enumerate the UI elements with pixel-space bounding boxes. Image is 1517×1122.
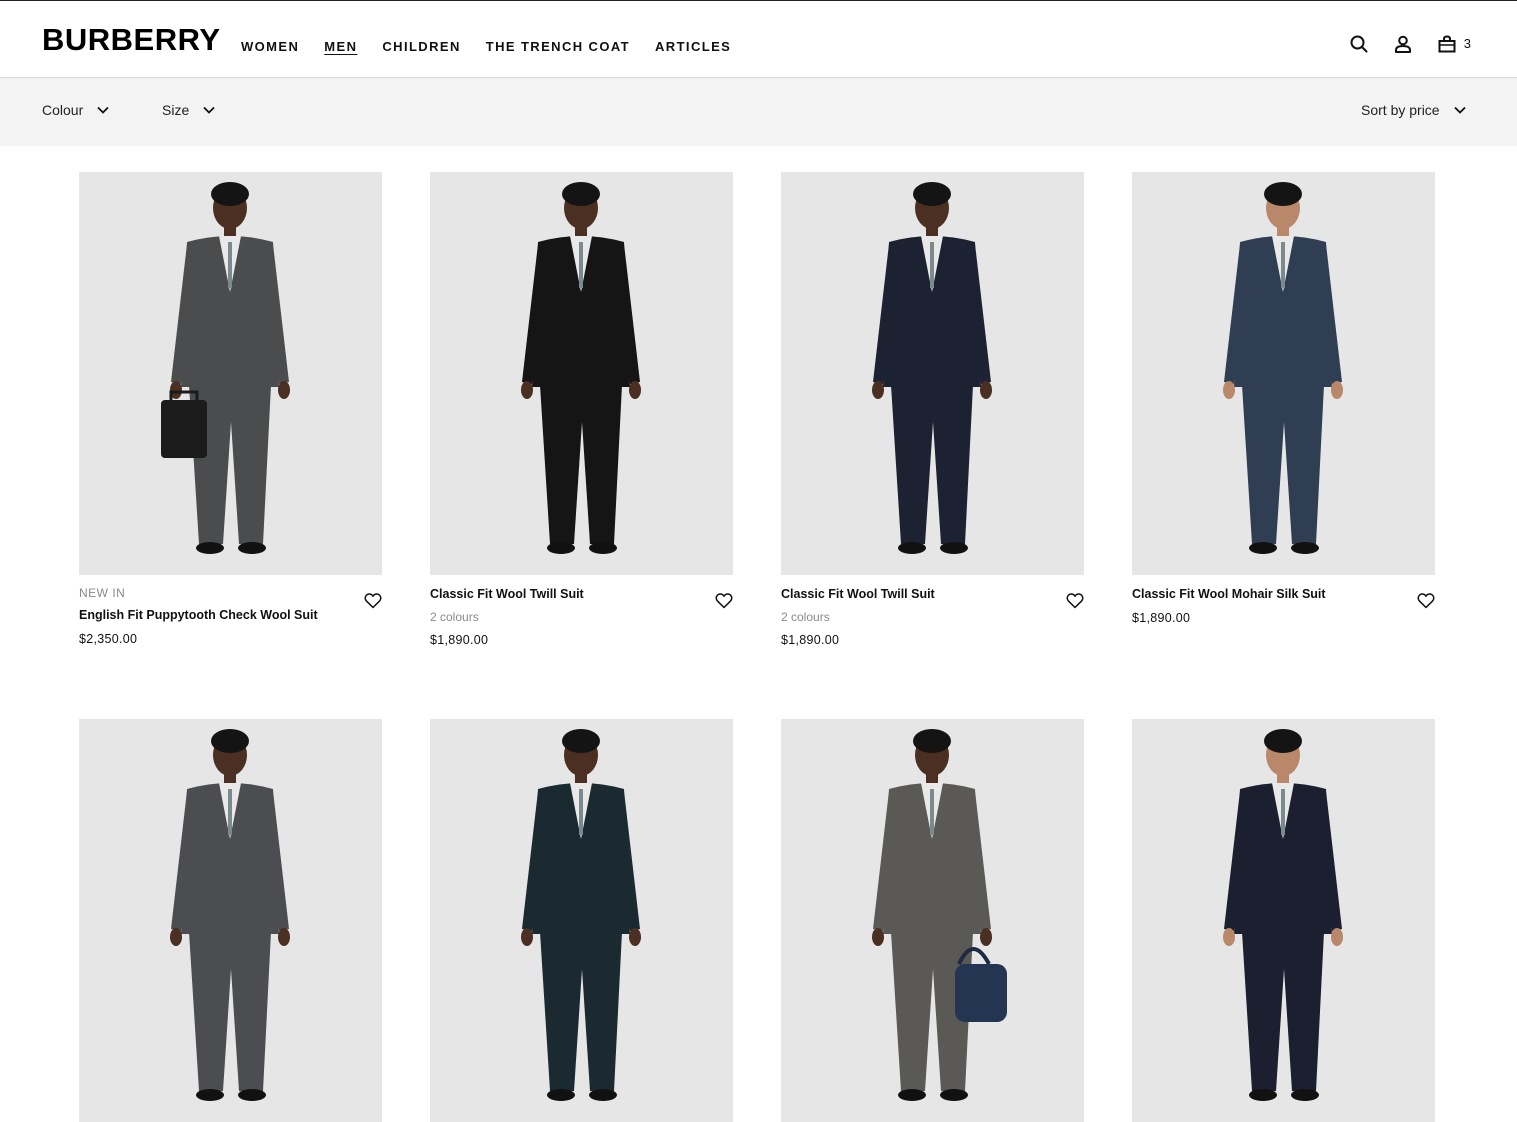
product-name[interactable]: Classic Fit Wool Twill Suit	[430, 586, 673, 602]
size-filter-label: Size	[162, 102, 190, 118]
product-card[interactable]: Classic Fit Wool Twill Suit 2 colours $1,8…	[781, 172, 1084, 648]
size-filter[interactable]: Size	[162, 102, 215, 118]
header-actions: 3	[1326, 33, 1471, 55]
product-colours: 2 colours	[430, 610, 479, 624]
nav-item-women[interactable]: WOMEN	[241, 39, 299, 55]
model-figure	[430, 172, 733, 575]
product-card[interactable]: NEW IN English Fit Puppytooth Check Wool …	[79, 172, 382, 647]
colour-filter[interactable]: Colour	[42, 102, 109, 118]
model-figure	[1132, 172, 1435, 575]
account-icon[interactable]	[1392, 33, 1414, 55]
product-card[interactable]	[1132, 719, 1435, 1122]
bag-icon[interactable]	[1436, 33, 1458, 55]
product-price: $1,890.00	[1132, 611, 1191, 625]
product-info: Classic Fit Wool Twill Suit 2 colours $1,8…	[430, 575, 733, 648]
model-figure	[1132, 719, 1435, 1122]
product-image[interactable]	[79, 719, 382, 1122]
product-price: $2,350.00	[79, 632, 138, 646]
sort-label: Sort by price	[1361, 102, 1440, 118]
product-image[interactable]	[781, 719, 1084, 1122]
nav-item-trench-coat[interactable]: THE TRENCH COAT	[486, 39, 630, 55]
product-image[interactable]	[781, 172, 1084, 575]
model-figure	[79, 719, 382, 1122]
product-image[interactable]	[1132, 719, 1435, 1122]
sort-dropdown[interactable]: Sort by price	[1361, 102, 1466, 118]
product-name[interactable]: Classic Fit Wool Twill Suit	[781, 586, 1024, 602]
product-image[interactable]	[430, 172, 733, 575]
search-icon[interactable]	[1348, 33, 1370, 55]
chevron-down-icon	[97, 106, 109, 114]
product-image[interactable]	[1132, 172, 1435, 575]
model-figure	[781, 172, 1084, 575]
heart-icon[interactable]	[364, 592, 382, 610]
chevron-down-icon	[203, 106, 215, 114]
new-in-badge: NEW IN	[79, 586, 126, 600]
site-header: BURBERRY WOMEN MEN CHILDREN THE TRENCH C…	[0, 0, 1517, 78]
heart-icon[interactable]	[1066, 592, 1084, 610]
model-figure	[430, 719, 733, 1122]
product-image[interactable]	[430, 719, 733, 1122]
nav-item-men[interactable]: MEN	[324, 39, 357, 55]
colour-filter-label: Colour	[42, 102, 84, 118]
nav-item-children[interactable]: CHILDREN	[382, 39, 460, 55]
product-image[interactable]	[79, 172, 382, 575]
product-card[interactable]: Classic Fit Wool Mohair Silk Suit $1,890.…	[1132, 172, 1435, 626]
product-price: $1,890.00	[781, 633, 840, 647]
product-colours: 2 colours	[781, 610, 830, 624]
product-card[interactable]	[79, 719, 382, 1122]
heart-icon[interactable]	[1417, 592, 1435, 610]
main-nav: WOMEN MEN CHILDREN THE TRENCH COAT ARTIC…	[241, 39, 756, 55]
product-card[interactable]	[781, 719, 1084, 1122]
product-info: Classic Fit Wool Twill Suit 2 colours $1,8…	[781, 575, 1084, 648]
filter-bar: Colour Size Sort by price	[0, 78, 1517, 146]
model-figure	[79, 172, 382, 575]
brand-logo[interactable]: BURBERRY	[42, 23, 221, 57]
product-price: $1,890.00	[430, 633, 489, 647]
bag-count[interactable]: 3	[1464, 33, 1471, 55]
product-card[interactable]	[430, 719, 733, 1122]
heart-icon[interactable]	[715, 592, 733, 610]
nav-item-articles[interactable]: ARTICLES	[655, 39, 731, 55]
product-info: NEW IN English Fit Puppytooth Check Wool …	[79, 575, 382, 647]
product-name[interactable]: English Fit Puppytooth Check Wool Suit	[79, 607, 322, 623]
chevron-down-icon	[1453, 106, 1466, 114]
product-name[interactable]: Classic Fit Wool Mohair Silk Suit	[1132, 586, 1375, 602]
model-figure	[781, 719, 1084, 1122]
product-info: Classic Fit Wool Mohair Silk Suit $1,890.…	[1132, 575, 1435, 626]
product-card[interactable]: Classic Fit Wool Twill Suit 2 colours $1,8…	[430, 172, 733, 648]
